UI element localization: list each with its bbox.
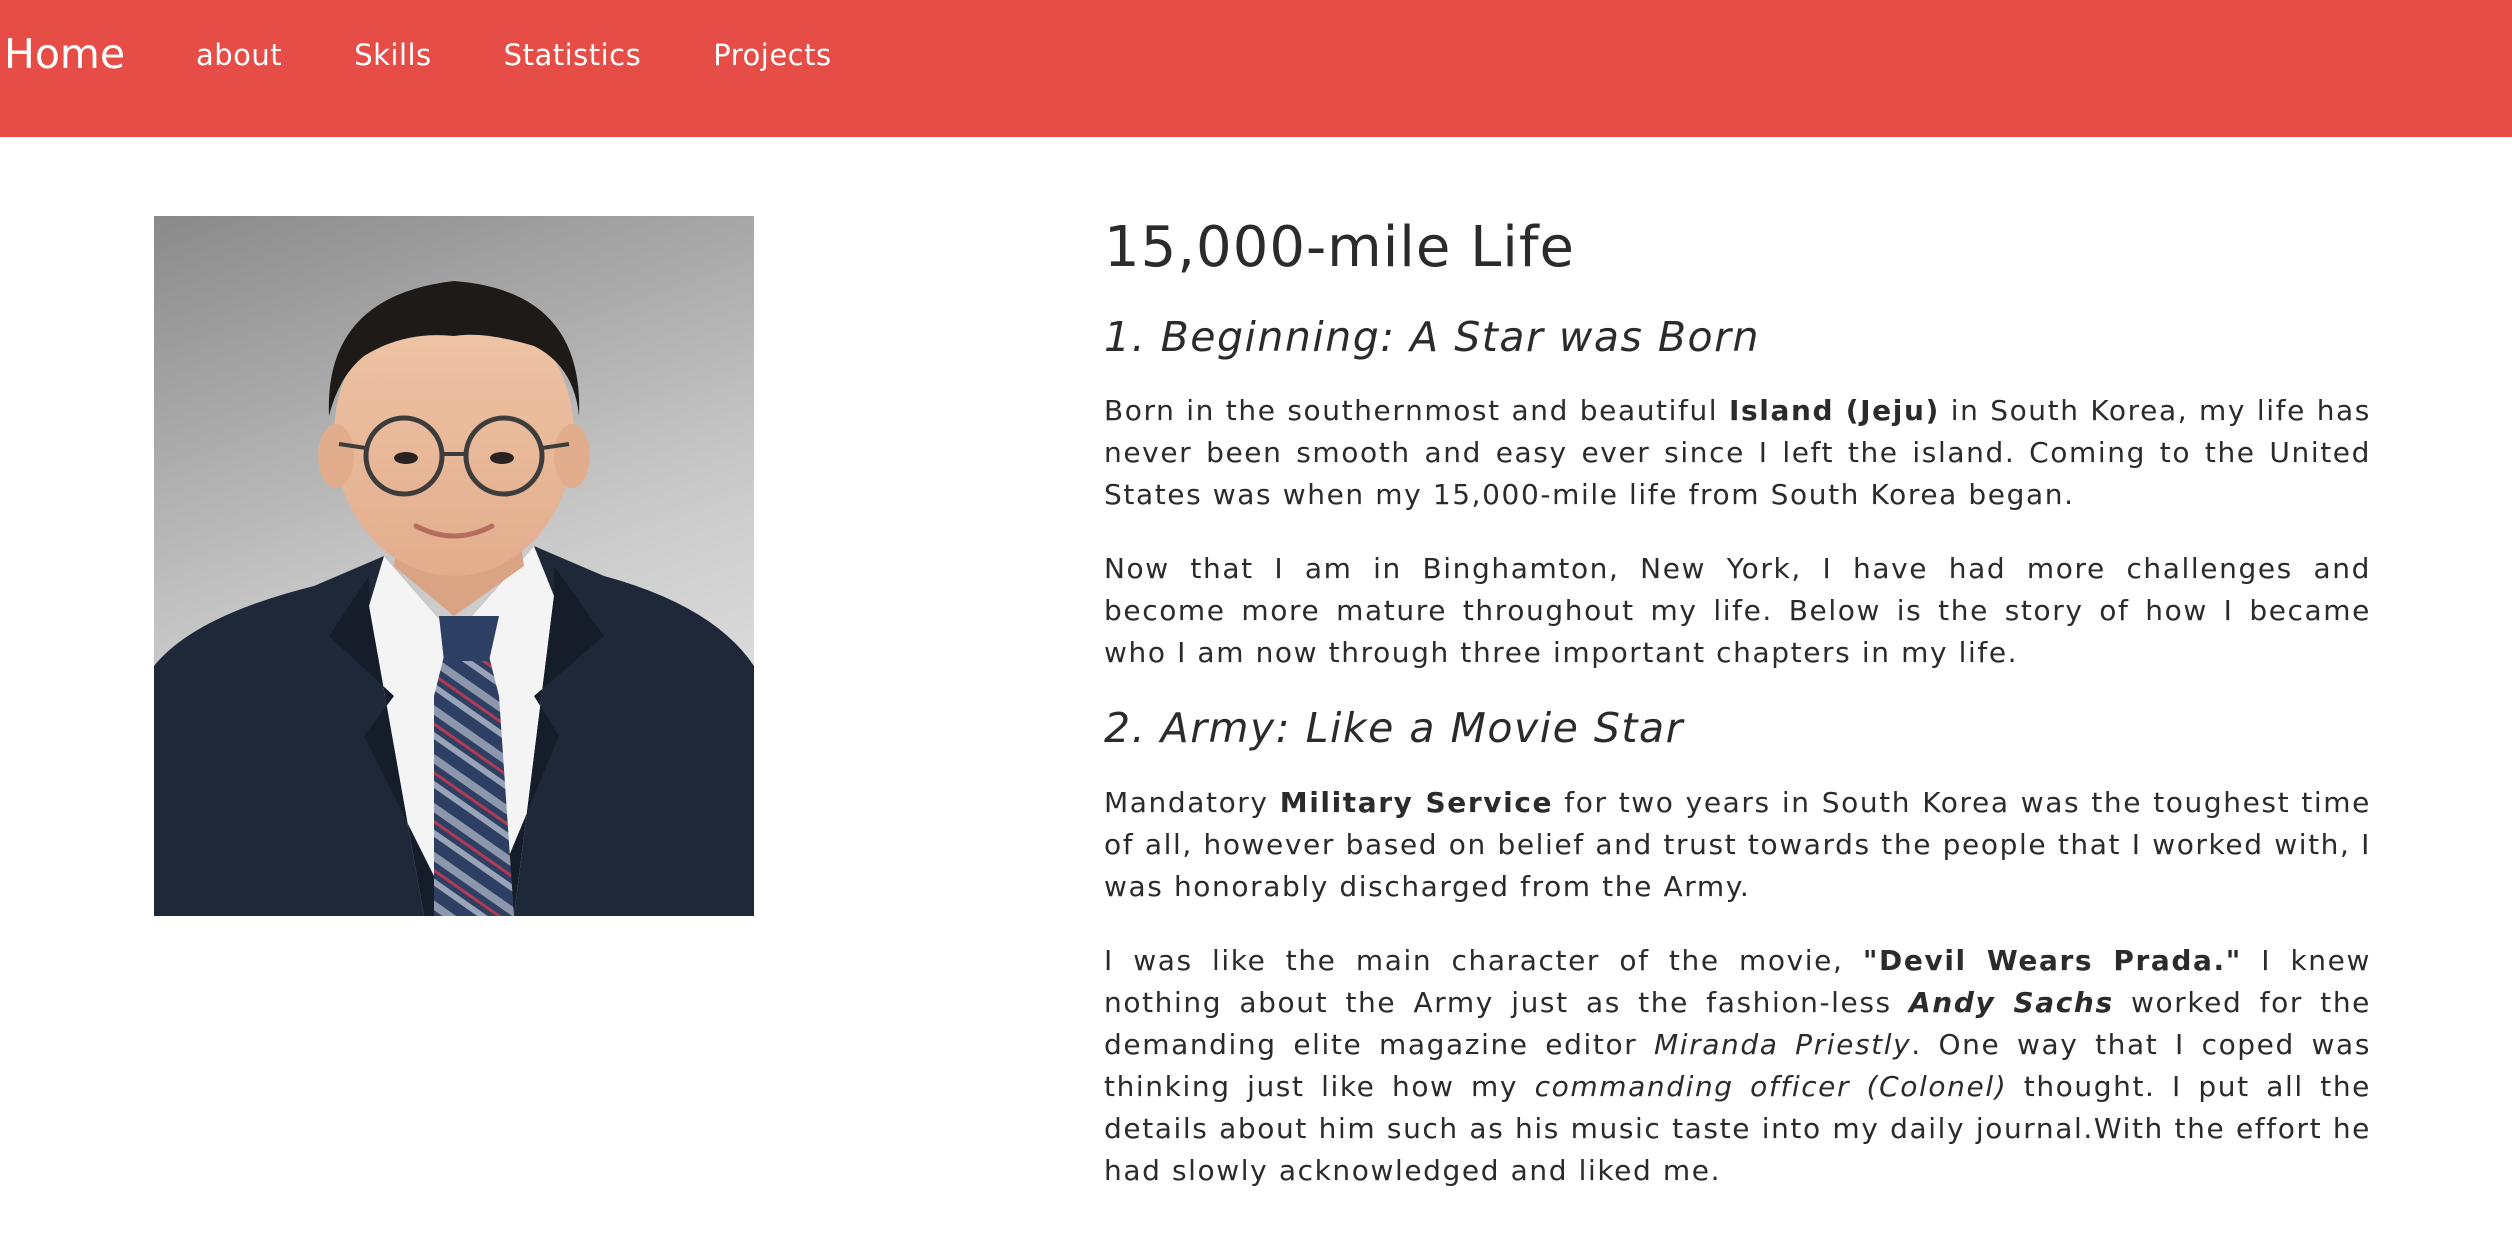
nav-link-projects[interactable]: Projects bbox=[713, 38, 831, 73]
italic-text: Miranda Priestly bbox=[1654, 1027, 1912, 1061]
page-title: 15,000-mile Life bbox=[1104, 215, 1575, 280]
bold-text: Island (Jeju) bbox=[1728, 394, 1940, 428]
paragraph-beginning-2: Now that I am in Binghamton, New York, I… bbox=[1104, 552, 2371, 670]
paragraph-army-1: Mandatory Military Service for two years… bbox=[1104, 782, 2371, 908]
text: Mandatory bbox=[1104, 785, 1280, 819]
section-heading-beginning: 1. Beginning: A Star was Born bbox=[1104, 313, 1760, 362]
nav-link-skills[interactable]: Skills bbox=[354, 38, 431, 73]
paragraph-beginning-1: Born in the southernmost and beautiful I… bbox=[1104, 390, 2371, 516]
text: I was like the main character of the mov… bbox=[1104, 943, 1863, 977]
nav-link-statistics[interactable]: Statistics bbox=[504, 38, 642, 73]
bold-text: Military Service bbox=[1279, 785, 1554, 819]
profile-photo bbox=[154, 216, 754, 916]
italic-text: commanding officer (Colonel) bbox=[1534, 1069, 2008, 1103]
bold-text: "Devil Wears Prada." bbox=[1862, 943, 2242, 977]
nav-link-about[interactable]: about bbox=[196, 38, 282, 73]
section-heading-army: 2. Army: Like a Movie Star bbox=[1104, 704, 1684, 753]
paragraph-army-2: I was like the main character of the mov… bbox=[1104, 940, 2371, 1192]
text: Born in the southernmost and beautiful bbox=[1104, 394, 1729, 428]
nav-links: about Skills Statistics Projects bbox=[196, 38, 904, 73]
italic-text: Andy Sachs bbox=[1909, 985, 2114, 1019]
bold-italic-text: Andy Sachs bbox=[1909, 986, 2114, 1019]
navbar: Home about Skills Statistics Projects bbox=[0, 0, 2512, 137]
main-content: 15,000-mile Life 1. Beginning: A Star wa… bbox=[1104, 210, 2371, 1192]
nav-home-link[interactable]: Home bbox=[4, 30, 125, 79]
